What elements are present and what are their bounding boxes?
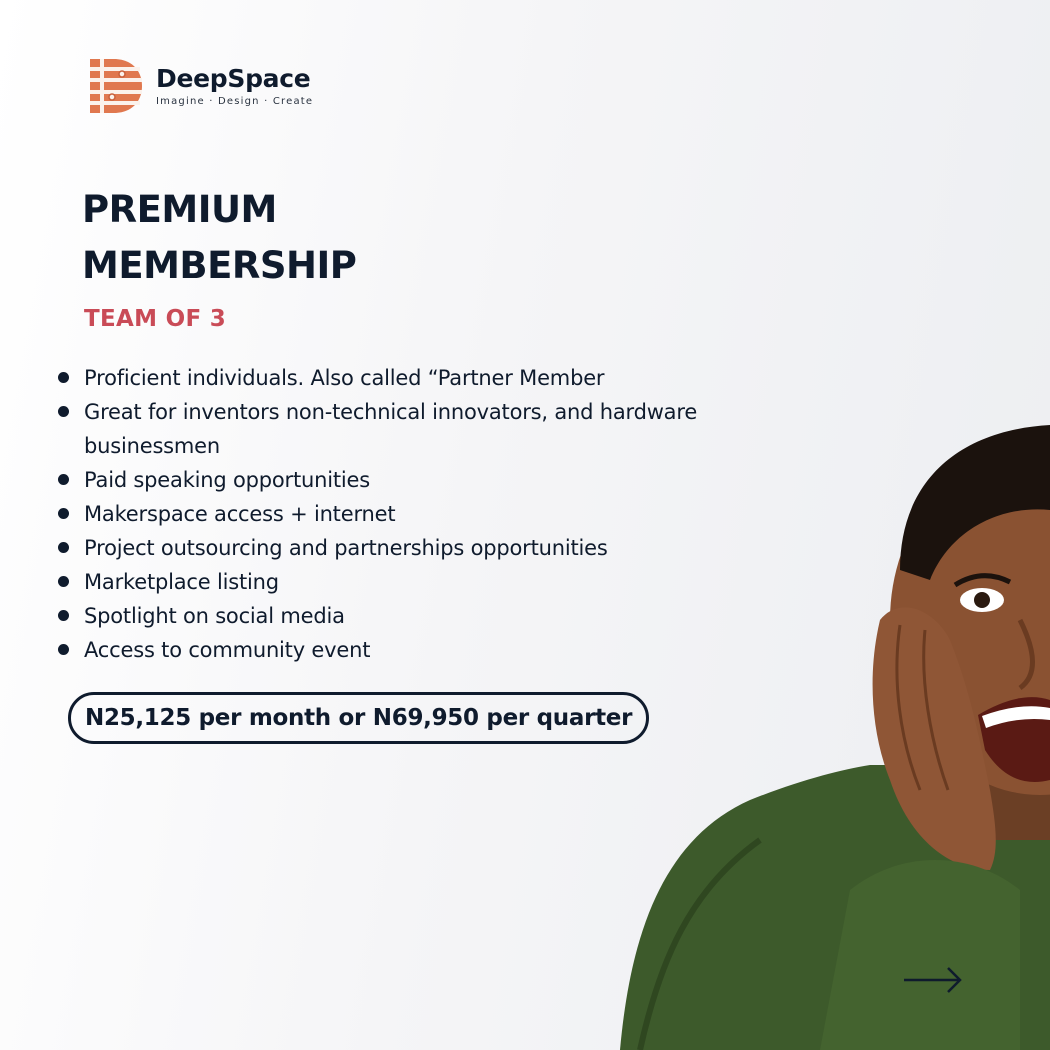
title-line-1: PREMIUM [82, 188, 277, 231]
feature-item: Proficient individuals. Also called “Par… [56, 361, 776, 395]
page-title: PREMIUM MEMBERSHIP [82, 182, 482, 294]
feature-text: Proficient individuals. Also called “Par… [84, 366, 605, 390]
bullet-icon [58, 576, 69, 587]
right-arrow-icon[interactable] [902, 962, 966, 998]
bullet-icon [58, 372, 69, 383]
price-badge: N25,125 per month or N69,950 per quarter [68, 692, 650, 744]
deepspace-logo-icon [90, 59, 142, 113]
feature-text: Project outsourcing and partnerships opp… [84, 536, 608, 560]
brand-name: DeepSpace [156, 63, 311, 93]
feature-text: Marketplace listing [84, 570, 279, 594]
bullet-icon [58, 406, 69, 417]
feature-text: Makerspace access + internet [84, 502, 396, 526]
brand-tagline: Imagine · Design · Create [156, 95, 314, 107]
feature-text: Paid speaking opportunities [84, 468, 371, 492]
feature-text: Spotlight on social media [84, 604, 345, 628]
bullet-icon [58, 474, 69, 485]
excited-man-photo [620, 425, 1050, 1050]
bullet-icon [58, 610, 69, 621]
brand-logo: DeepSpace Imagine · Design · Create [88, 57, 313, 115]
bullet-icon [58, 508, 69, 519]
bullet-icon [58, 644, 69, 655]
title-line-2: MEMBERSHIP [82, 244, 357, 287]
bullet-icon [58, 542, 69, 553]
team-size-label: TEAM OF 3 [84, 306, 227, 332]
feature-text: Access to community event [84, 638, 371, 662]
